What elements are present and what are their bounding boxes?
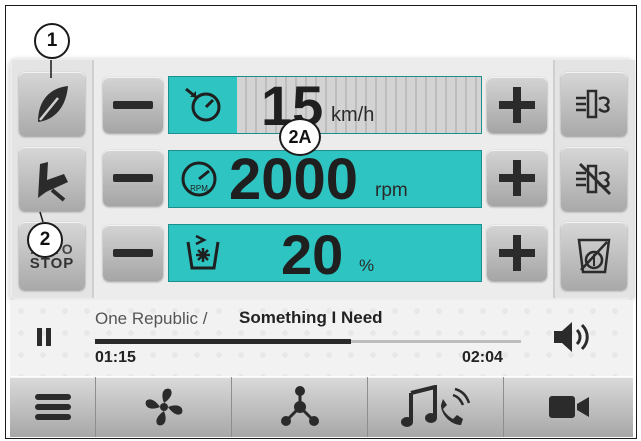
pause-button[interactable] xyxy=(32,324,56,350)
music-call-icon xyxy=(400,385,470,427)
pause-icon xyxy=(37,328,51,346)
callout-2: 2 xyxy=(27,222,63,258)
progress-fill xyxy=(95,339,351,344)
total-time: 02:04 xyxy=(462,349,503,366)
track-title: Something I Need xyxy=(239,308,383,327)
callout-1: 1 xyxy=(34,23,70,59)
menu-icon xyxy=(34,394,71,420)
media-player: One Republic / Something I Need 01:15 02… xyxy=(10,300,633,376)
tab-fan[interactable] xyxy=(96,377,232,437)
nodes-icon xyxy=(280,386,319,426)
tab-nodes[interactable] xyxy=(232,377,368,437)
video-camera-icon xyxy=(548,396,589,418)
volume-icon xyxy=(554,322,589,352)
tab-music-phone[interactable] xyxy=(368,377,504,437)
track-artist: One Republic / xyxy=(95,309,208,328)
fan-icon xyxy=(145,388,182,426)
bottom-nav xyxy=(10,377,633,437)
callout-2a: 2A xyxy=(279,118,321,156)
tab-camera[interactable] xyxy=(504,377,633,437)
tab-menu[interactable] xyxy=(10,377,96,437)
elapsed-time: 01:15 xyxy=(95,349,136,366)
progress-bar[interactable] xyxy=(95,339,521,344)
volume-button[interactable] xyxy=(550,317,594,357)
